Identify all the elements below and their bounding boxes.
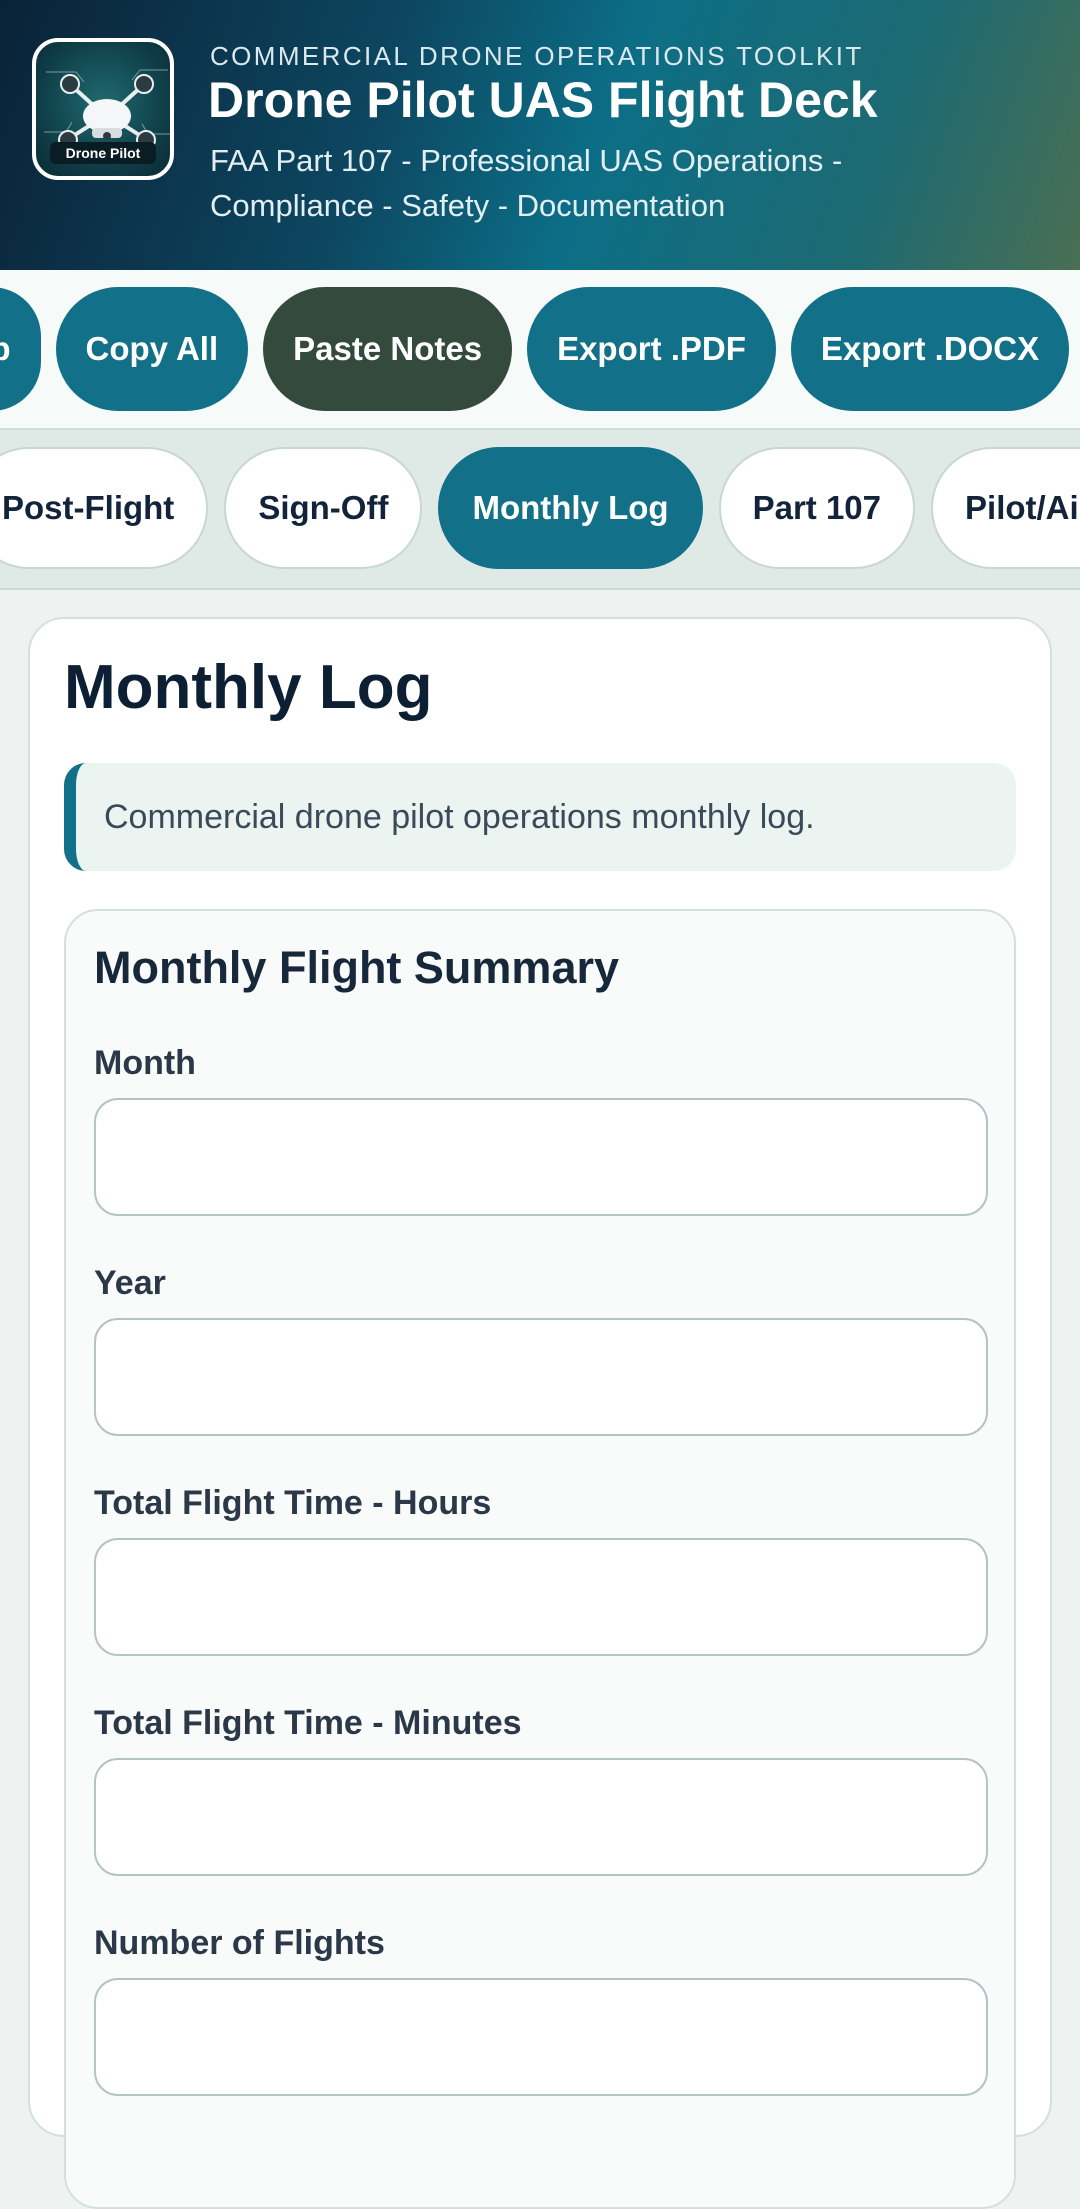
flight-minutes-label: Total Flight Time - Minutes	[94, 1704, 522, 1742]
export-pdf-button[interactable]: Export .PDF	[527, 287, 776, 411]
year-input[interactable]	[94, 1318, 988, 1436]
partial-action-button[interactable]: ab	[0, 287, 41, 411]
month-input[interactable]	[94, 1098, 988, 1216]
copy-all-button[interactable]: Copy All	[55, 287, 249, 411]
paste-notes-button[interactable]: Paste Notes	[263, 287, 513, 411]
app-logo: Drone Pilot	[32, 38, 174, 180]
page-title: Monthly Log	[64, 653, 433, 722]
month-label: Month	[94, 1044, 196, 1082]
header-subtitle: FAA Part 107 - Professional UAS Operatio…	[210, 143, 843, 223]
tab-post-flight[interactable]: Post-Flight	[0, 447, 209, 569]
tab-sign-off[interactable]: Sign-Off	[224, 447, 423, 569]
logo-caption: Drone Pilot	[50, 142, 156, 164]
section-tabs: Post-Flight Sign-Off Monthly Log Part 10…	[0, 430, 1080, 590]
tabs-scroll-track[interactable]: Post-Flight Sign-Off Monthly Log Part 10…	[0, 447, 1080, 569]
tab-monthly-log[interactable]: Monthly Log	[438, 447, 703, 569]
year-label: Year	[94, 1264, 166, 1302]
actions-scroll-track[interactable]: ab Copy All Paste Notes Export .PDF Expo…	[0, 287, 1070, 411]
flight-hours-label: Total Flight Time - Hours	[94, 1484, 492, 1522]
number-of-flights-label: Number of Flights	[94, 1924, 385, 1962]
section-title: Monthly Flight Summary	[94, 942, 620, 993]
tab-pilot-aircraft[interactable]: Pilot/Aircr	[931, 447, 1080, 569]
monthly-flight-summary-section: Monthly Flight Summary Month Year Total …	[64, 909, 1016, 2209]
tab-part-107[interactable]: Part 107	[718, 447, 916, 569]
actions-toolbar: ab Copy All Paste Notes Export .PDF Expo…	[0, 270, 1080, 430]
flight-minutes-input[interactable]	[94, 1758, 988, 1876]
header-eyebrow: COMMERCIAL DRONE OPERATIONS TOOLKIT	[210, 41, 864, 71]
info-note: Commercial drone pilot operations monthl…	[64, 763, 1016, 871]
number-of-flights-input[interactable]	[94, 1978, 988, 2096]
flight-hours-input[interactable]	[94, 1538, 988, 1656]
monthly-log-panel: Monthly Log Commercial drone pilot opera…	[28, 617, 1052, 2209]
export-docx-button[interactable]: Export .DOCX	[790, 287, 1070, 411]
app-title: Drone Pilot UAS Flight Deck	[208, 72, 878, 128]
app-header: Drone Pilot COMMERCIAL DRONE OPERATIONS …	[0, 0, 1080, 270]
